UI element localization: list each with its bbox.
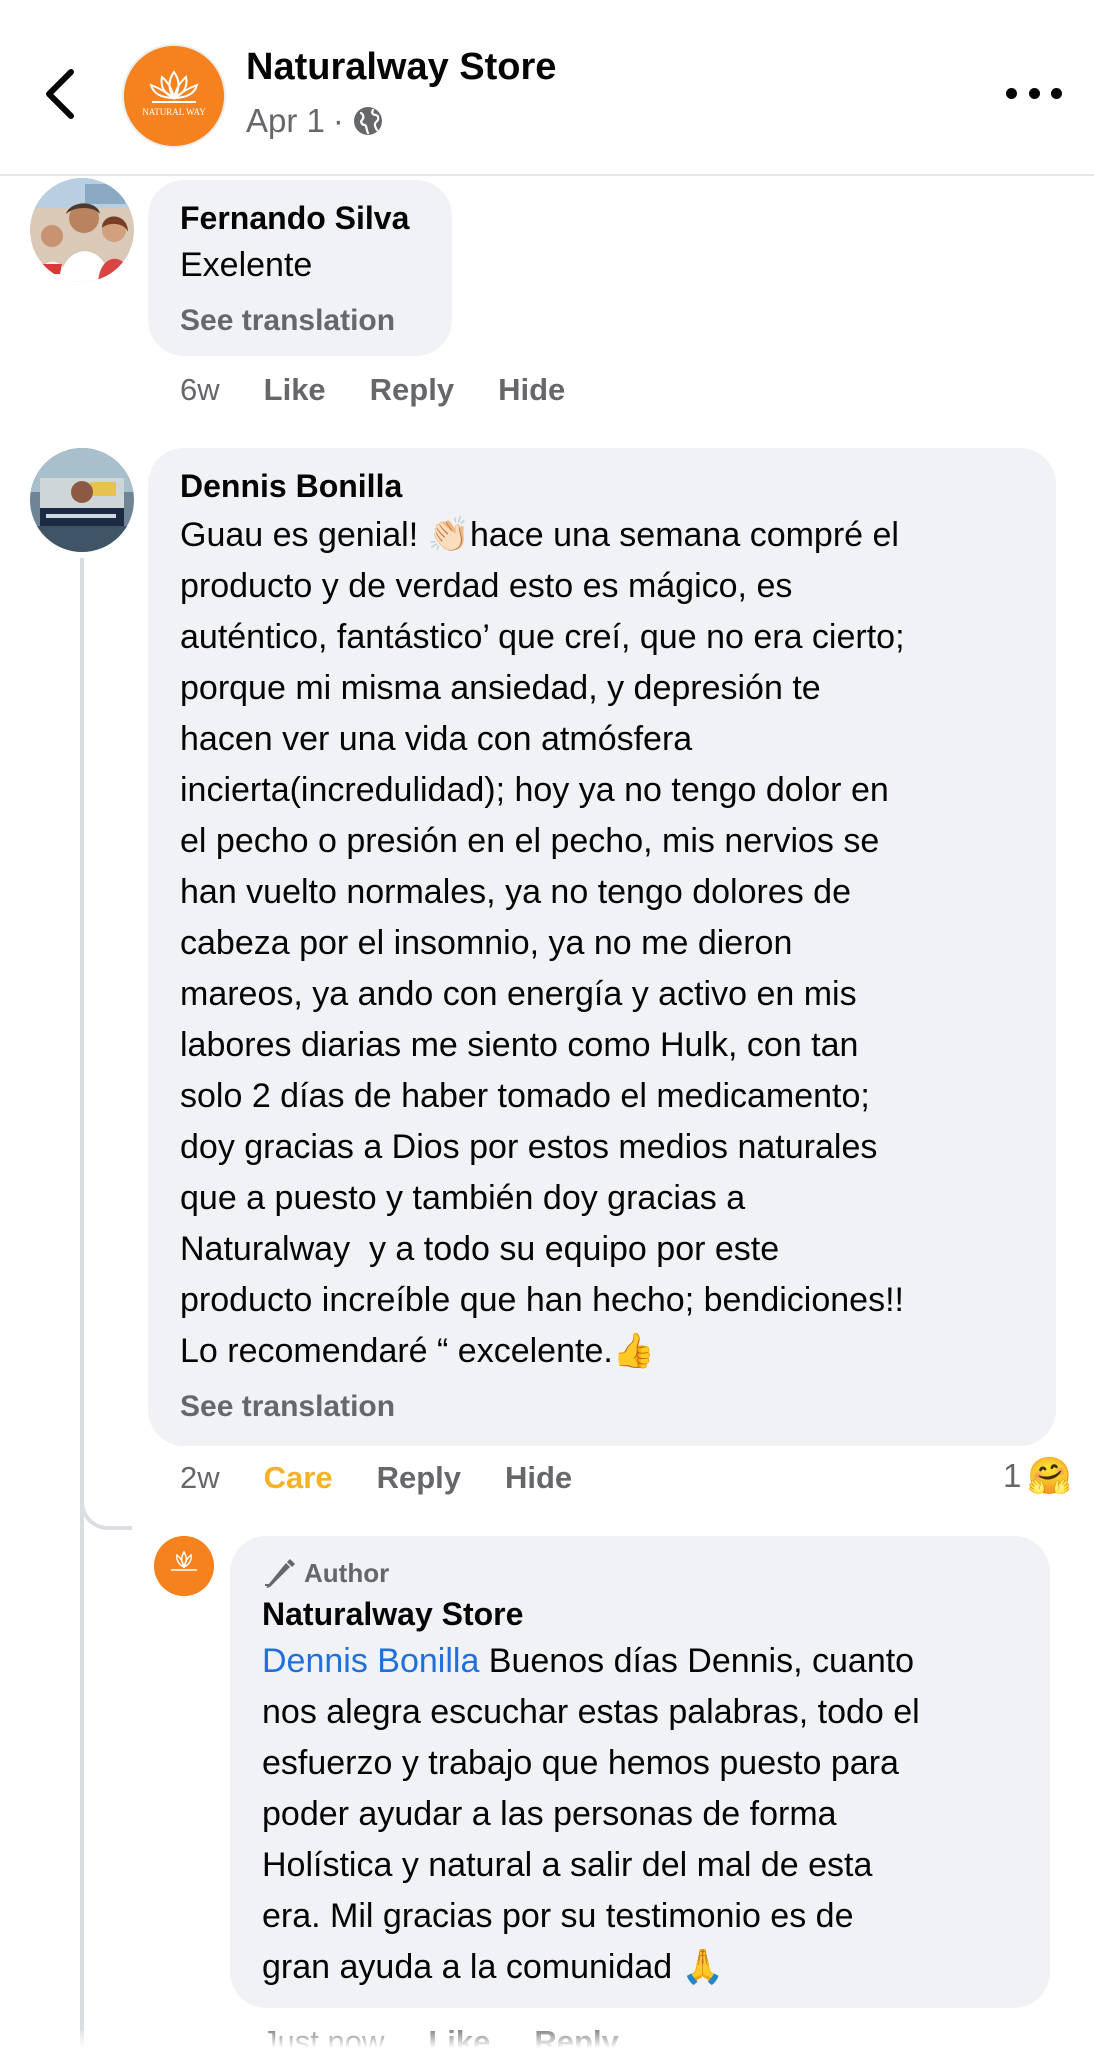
reply-text: Dennis Bonilla Buenos días Dennis, cuant…: [262, 1636, 1042, 1993]
comment-text-line: labores diarias me siento como Hulk, con…: [180, 1026, 859, 1064]
comment-text-line: incierta(incredulidad); hoy ya no tengo …: [180, 771, 889, 809]
comment-time[interactable]: 2w: [180, 1460, 220, 1496]
comment-text: Guau es genial! 👏🏻hace una semana compré…: [180, 510, 1040, 1377]
post-header: NATURAL WAY Naturalway Store Apr 1 ·: [0, 0, 1094, 176]
commenter-avatar[interactable]: [30, 178, 134, 282]
comment-text-line: mareos, ya ando con energía y activo en …: [180, 975, 857, 1013]
reply-text-line: era. Mil gracias por su testimonio es de: [262, 1897, 854, 1935]
comment-text-line: hacen ver una vida con atmósfera: [180, 720, 693, 758]
comment-text-line: han vuelto normales, ya no tengo dolores…: [180, 873, 852, 911]
reply-text-line: nos alegra escuchar estas palabras, todo…: [262, 1693, 920, 1731]
comment-text-line: cabeza por el insomnio, ya no me dieron: [180, 924, 793, 962]
see-translation-link[interactable]: See translation: [180, 304, 395, 338]
comment-text-line: que a puesto y también doy gracias a: [180, 1179, 746, 1217]
author-badge: Author: [262, 1558, 389, 1589]
comment-text-line: solo 2 días de haber tomado el medicamen…: [180, 1077, 870, 1115]
care-reaction-icon: 🤗: [1027, 1455, 1073, 1496]
post-date[interactable]: Apr 1: [246, 102, 325, 140]
comment-actions: 2w Care Reply Hide: [180, 1460, 572, 1496]
reply-text-line: esfuerzo y trabajo que hemos puesto para: [262, 1744, 899, 1782]
comment-text-line: el pecho o presión en el pecho, mis nerv…: [180, 822, 880, 860]
meta-separator: ·: [332, 102, 344, 139]
reaction-summary[interactable]: 1 🤗: [1003, 1456, 1072, 1496]
see-translation-link[interactable]: See translation: [180, 1390, 395, 1424]
bottom-fade: [0, 2030, 1094, 2048]
more-options-button[interactable]: [1006, 80, 1062, 106]
comment-time[interactable]: 6w: [180, 372, 220, 408]
mention-link[interactable]: Dennis Bonilla: [262, 1642, 479, 1680]
comment-author[interactable]: Fernando Silva: [180, 200, 409, 237]
comment-text: Exelente: [180, 246, 313, 284]
commenter-avatar[interactable]: [30, 448, 134, 552]
comment-text-line: producto increíble que han hecho; bendic…: [180, 1281, 904, 1319]
page-logo[interactable]: NATURAL WAY: [122, 44, 226, 148]
thread-connector: [80, 1470, 132, 1530]
comment-text-line: doy gracias a Dios por estos medios natu…: [180, 1128, 878, 1166]
care-reaction-button[interactable]: Care: [264, 1460, 333, 1496]
more-dots-icon: [1006, 87, 1017, 99]
reply-button[interactable]: Reply: [377, 1460, 461, 1496]
logo-text: NATURAL WAY: [142, 107, 206, 117]
pencil-icon: [265, 1558, 295, 1588]
reply-text-line: Dennis Bonilla Buenos días Dennis, cuant…: [262, 1636, 1042, 1687]
page-name[interactable]: Naturalway Store: [246, 46, 556, 89]
comment-text-line: auténtico, fantástico’ que creí, que no …: [180, 618, 905, 656]
globe-icon: [353, 107, 382, 135]
reply-first-line: Buenos días Dennis, cuanto: [479, 1642, 915, 1680]
reply-text-line: poder ayudar a las personas de forma: [262, 1795, 837, 1833]
like-button[interactable]: Like: [264, 372, 326, 408]
thread-line: [80, 558, 84, 2048]
reply-author-avatar[interactable]: [154, 1536, 214, 1596]
reply-text-line: gran ayuda a la comunidad 🙏: [262, 1948, 724, 1986]
comment-author[interactable]: Dennis Bonilla: [180, 468, 402, 505]
back-button[interactable]: [36, 64, 84, 124]
post-meta: Apr 1 ·: [246, 102, 384, 140]
author-badge-label: Author: [304, 1558, 390, 1588]
reply-text-line: Holística y natural a salir del mal de e…: [262, 1846, 873, 1884]
comment-text-line: producto y de verdad esto es mágico, es: [180, 567, 793, 605]
hide-button[interactable]: Hide: [505, 1460, 572, 1496]
reaction-count: 1: [1003, 1457, 1022, 1494]
comment-bubble[interactable]: Fernando Silva Exelente See translation: [148, 180, 452, 356]
comment-bubble[interactable]: Dennis Bonilla Guau es genial! 👏🏻hace un…: [148, 448, 1056, 1446]
reply-bubble[interactable]: Author Naturalway Store Dennis Bonilla B…: [230, 1536, 1050, 2008]
reply-button[interactable]: Reply: [370, 372, 454, 408]
comment-text-line: Naturalway y a todo su equipo por este: [180, 1230, 780, 1268]
reply-author[interactable]: Naturalway Store: [262, 1596, 523, 1633]
hide-button[interactable]: Hide: [498, 372, 565, 408]
comment-text-line: Guau es genial! 👏🏻hace una semana compré…: [180, 516, 899, 554]
chevron-left-icon: [46, 69, 74, 119]
comments-screen: NATURAL WAY Naturalway Store Apr 1 · Fer…: [0, 0, 1094, 2048]
comment-actions: 6w Like Reply Hide: [180, 372, 565, 408]
comment-text-line: Lo recomendaré “ excelente.👍: [180, 1332, 656, 1370]
comment-text-line: porque mi misma ansiedad, y depresión te: [180, 669, 821, 707]
